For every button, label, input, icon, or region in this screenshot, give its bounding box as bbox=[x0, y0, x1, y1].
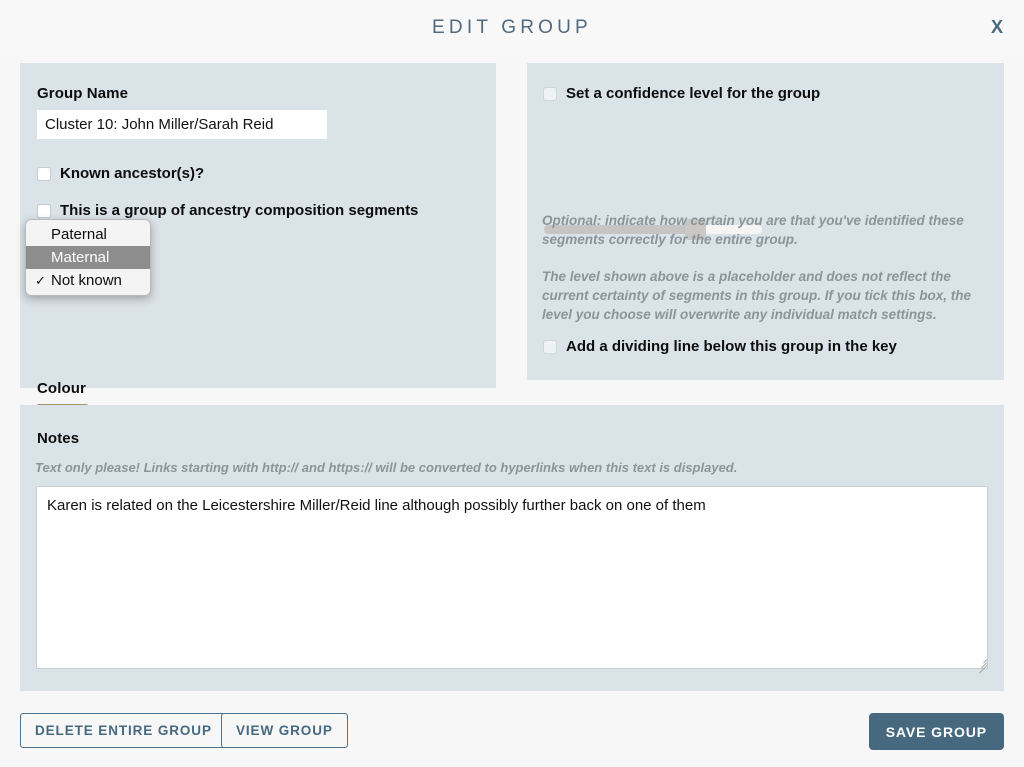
group-name-label: Group Name bbox=[37, 85, 129, 102]
notes-panel: Notes Text only please! Links starting w… bbox=[20, 405, 1004, 691]
ancestry-composition-label: This is a group of ancestry composition … bbox=[60, 202, 419, 219]
colour-label: Colour bbox=[37, 380, 86, 397]
dropdown-option-not-known-label: Not known bbox=[51, 272, 122, 289]
page-title: EDIT GROUP bbox=[432, 17, 592, 38]
known-ancestors-row[interactable]: Known ancestor(s)? bbox=[37, 165, 204, 182]
dropdown-option-not-known[interactable]: ✓ Not known bbox=[26, 269, 150, 292]
dropdown-check-icon-not-known: ✓ bbox=[35, 273, 46, 288]
ancestry-composition-checkbox[interactable] bbox=[37, 203, 51, 218]
view-group-button[interactable]: VIEW GROUP bbox=[221, 713, 348, 748]
confidence-panel: Set a confidence level for the group Opt… bbox=[527, 63, 1004, 380]
ancestry-composition-row[interactable]: This is a group of ancestry composition … bbox=[37, 202, 418, 219]
close-icon[interactable]: X bbox=[986, 16, 1008, 38]
confidence-level-row[interactable]: Set a confidence level for the group bbox=[543, 85, 820, 102]
modal-header: EDIT GROUP X bbox=[0, 0, 1024, 56]
group-details-panel: Group Name Known ancestor(s)? This is a … bbox=[20, 63, 496, 436]
notes-help-text: Text only please! Links starting with ht… bbox=[35, 460, 738, 475]
save-group-button[interactable]: SAVE GROUP bbox=[868, 713, 1004, 750]
dropdown-option-maternal-label: Maternal bbox=[51, 249, 110, 266]
confidence-level-checkbox[interactable] bbox=[543, 86, 557, 101]
known-ancestors-checkbox[interactable] bbox=[37, 166, 51, 181]
confidence-level-label: Set a confidence level for the group bbox=[566, 85, 821, 102]
group-name-input[interactable] bbox=[37, 110, 327, 139]
dropdown-option-paternal-label: Paternal bbox=[51, 226, 107, 243]
confidence-help-text-1: Optional: indicate how certain you are t… bbox=[542, 213, 964, 247]
notes-label: Notes bbox=[37, 430, 80, 447]
dropdown-option-maternal[interactable]: Maternal bbox=[26, 246, 150, 269]
notes-textarea[interactable] bbox=[36, 486, 988, 669]
dividing-line-row[interactable]: Add a dividing line below this group in … bbox=[543, 338, 897, 355]
confidence-help-text-2: The level shown above is a placeholder a… bbox=[542, 269, 972, 322]
dividing-line-checkbox[interactable] bbox=[543, 339, 557, 354]
known-ancestors-label: Known ancestor(s)? bbox=[60, 165, 205, 182]
dropdown-option-paternal[interactable]: Paternal bbox=[26, 223, 150, 246]
dividing-line-label: Add a dividing line below this group in … bbox=[566, 338, 897, 355]
parental-side-dropdown-menu[interactable]: Paternal Maternal ✓ Not known bbox=[25, 219, 151, 296]
delete-entire-group-button[interactable]: DELETE ENTIRE GROUP bbox=[20, 713, 227, 748]
